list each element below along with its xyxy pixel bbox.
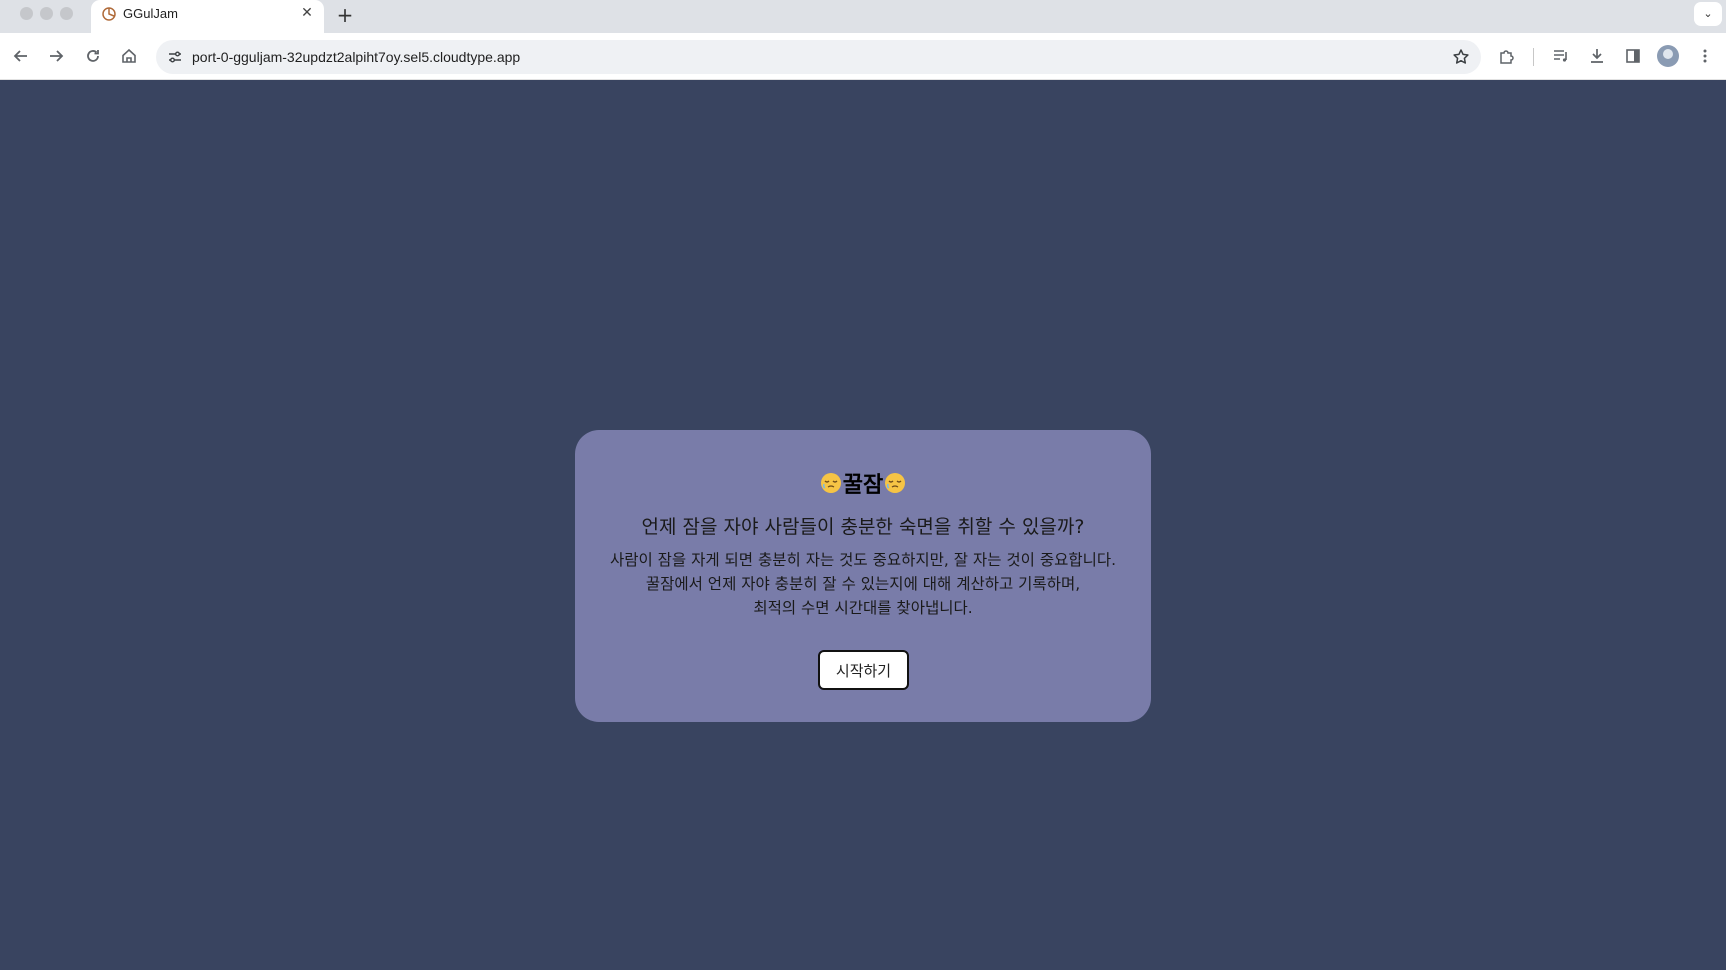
download-icon [1591, 49, 1603, 63]
bookmark-button[interactable] [1449, 45, 1473, 69]
reload-button[interactable] [79, 42, 107, 70]
reload-icon [87, 50, 99, 62]
window-minimize-dot[interactable] [40, 7, 53, 20]
home-button[interactable] [115, 42, 143, 70]
tab-close-icon[interactable]: ✕ [297, 3, 317, 23]
browser-toolbar: port-0-gguljam-32updzt2alpiht7oy.sel5.cl… [0, 33, 1726, 80]
page-body: 꿀잠 언제 잠을 자야 사람들이 충분한 숙면을 취할 수 있을까? 사람이 잠… [0, 80, 1726, 970]
tune-icon [169, 51, 181, 63]
sleepy-face-icon [885, 473, 906, 493]
intro-card: 꿀잠 언제 잠을 자야 사람들이 충분한 숙면을 취할 수 있을까? 사람이 잠… [575, 430, 1151, 722]
headline: 언제 잠을 자야 사람들이 충분한 숙면을 취할 수 있을까? [641, 516, 1085, 538]
media-queue-icon [1554, 50, 1567, 62]
start-button[interactable]: 시작하기 [818, 650, 909, 690]
url-text[interactable]: port-0-gguljam-32updzt2alpiht7oy.sel5.cl… [192, 49, 520, 65]
browser-tab[interactable]: GGulJam ✕ [91, 0, 324, 33]
browser-menu-button[interactable] [1691, 42, 1719, 70]
side-panel-icon [1626, 49, 1640, 63]
home-icon [122, 48, 136, 63]
site-info-button[interactable] [164, 46, 186, 68]
tab-title: GGulJam [123, 6, 178, 21]
description-line: 꿀잠에서 언제 자야 충분히 잘 수 있는지에 대해 계산하고 기록하며, [645, 575, 1081, 593]
extensions-button[interactable] [1493, 42, 1521, 70]
back-button[interactable] [7, 42, 35, 70]
forward-button[interactable] [42, 42, 70, 70]
tab-strip: GGulJam ✕ + ⌄ [0, 0, 1726, 33]
toolbar-separator [1533, 48, 1534, 66]
window-close-dot[interactable] [20, 7, 33, 20]
new-tab-button[interactable]: + [333, 3, 357, 27]
profile-avatar[interactable] [1657, 45, 1679, 67]
brand-name: 꿀잠 [842, 473, 884, 498]
sleepy-face-icon [820, 473, 841, 493]
downloads-button[interactable] [1583, 42, 1611, 70]
tab-search-button[interactable]: ⌄ [1694, 2, 1722, 26]
description: 사람이 잠을 자게 되면 충분히 자는 것도 중요하지만, 잘 자는 것이 중요… [575, 548, 1151, 620]
description-line: 사람이 잠을 자게 되면 충분히 자는 것도 중요하지만, 잘 자는 것이 중요… [609, 551, 1117, 569]
address-bar[interactable]: port-0-gguljam-32updzt2alpiht7oy.sel5.cl… [156, 40, 1481, 74]
window-zoom-dot[interactable] [60, 7, 73, 20]
side-panel-button[interactable] [1619, 42, 1647, 70]
arrow-left-icon [13, 50, 27, 62]
puzzle-icon [1500, 50, 1514, 64]
arrow-right-icon [50, 50, 64, 62]
media-button[interactable] [1547, 42, 1575, 70]
kebab-menu-icon [1703, 49, 1707, 63]
favicon-icon [102, 7, 116, 21]
brand-title: 꿀잠 [575, 468, 1151, 498]
star-icon [1453, 49, 1469, 64]
description-line: 최적의 수면 시간대를 찾아냅니다. [753, 599, 973, 617]
